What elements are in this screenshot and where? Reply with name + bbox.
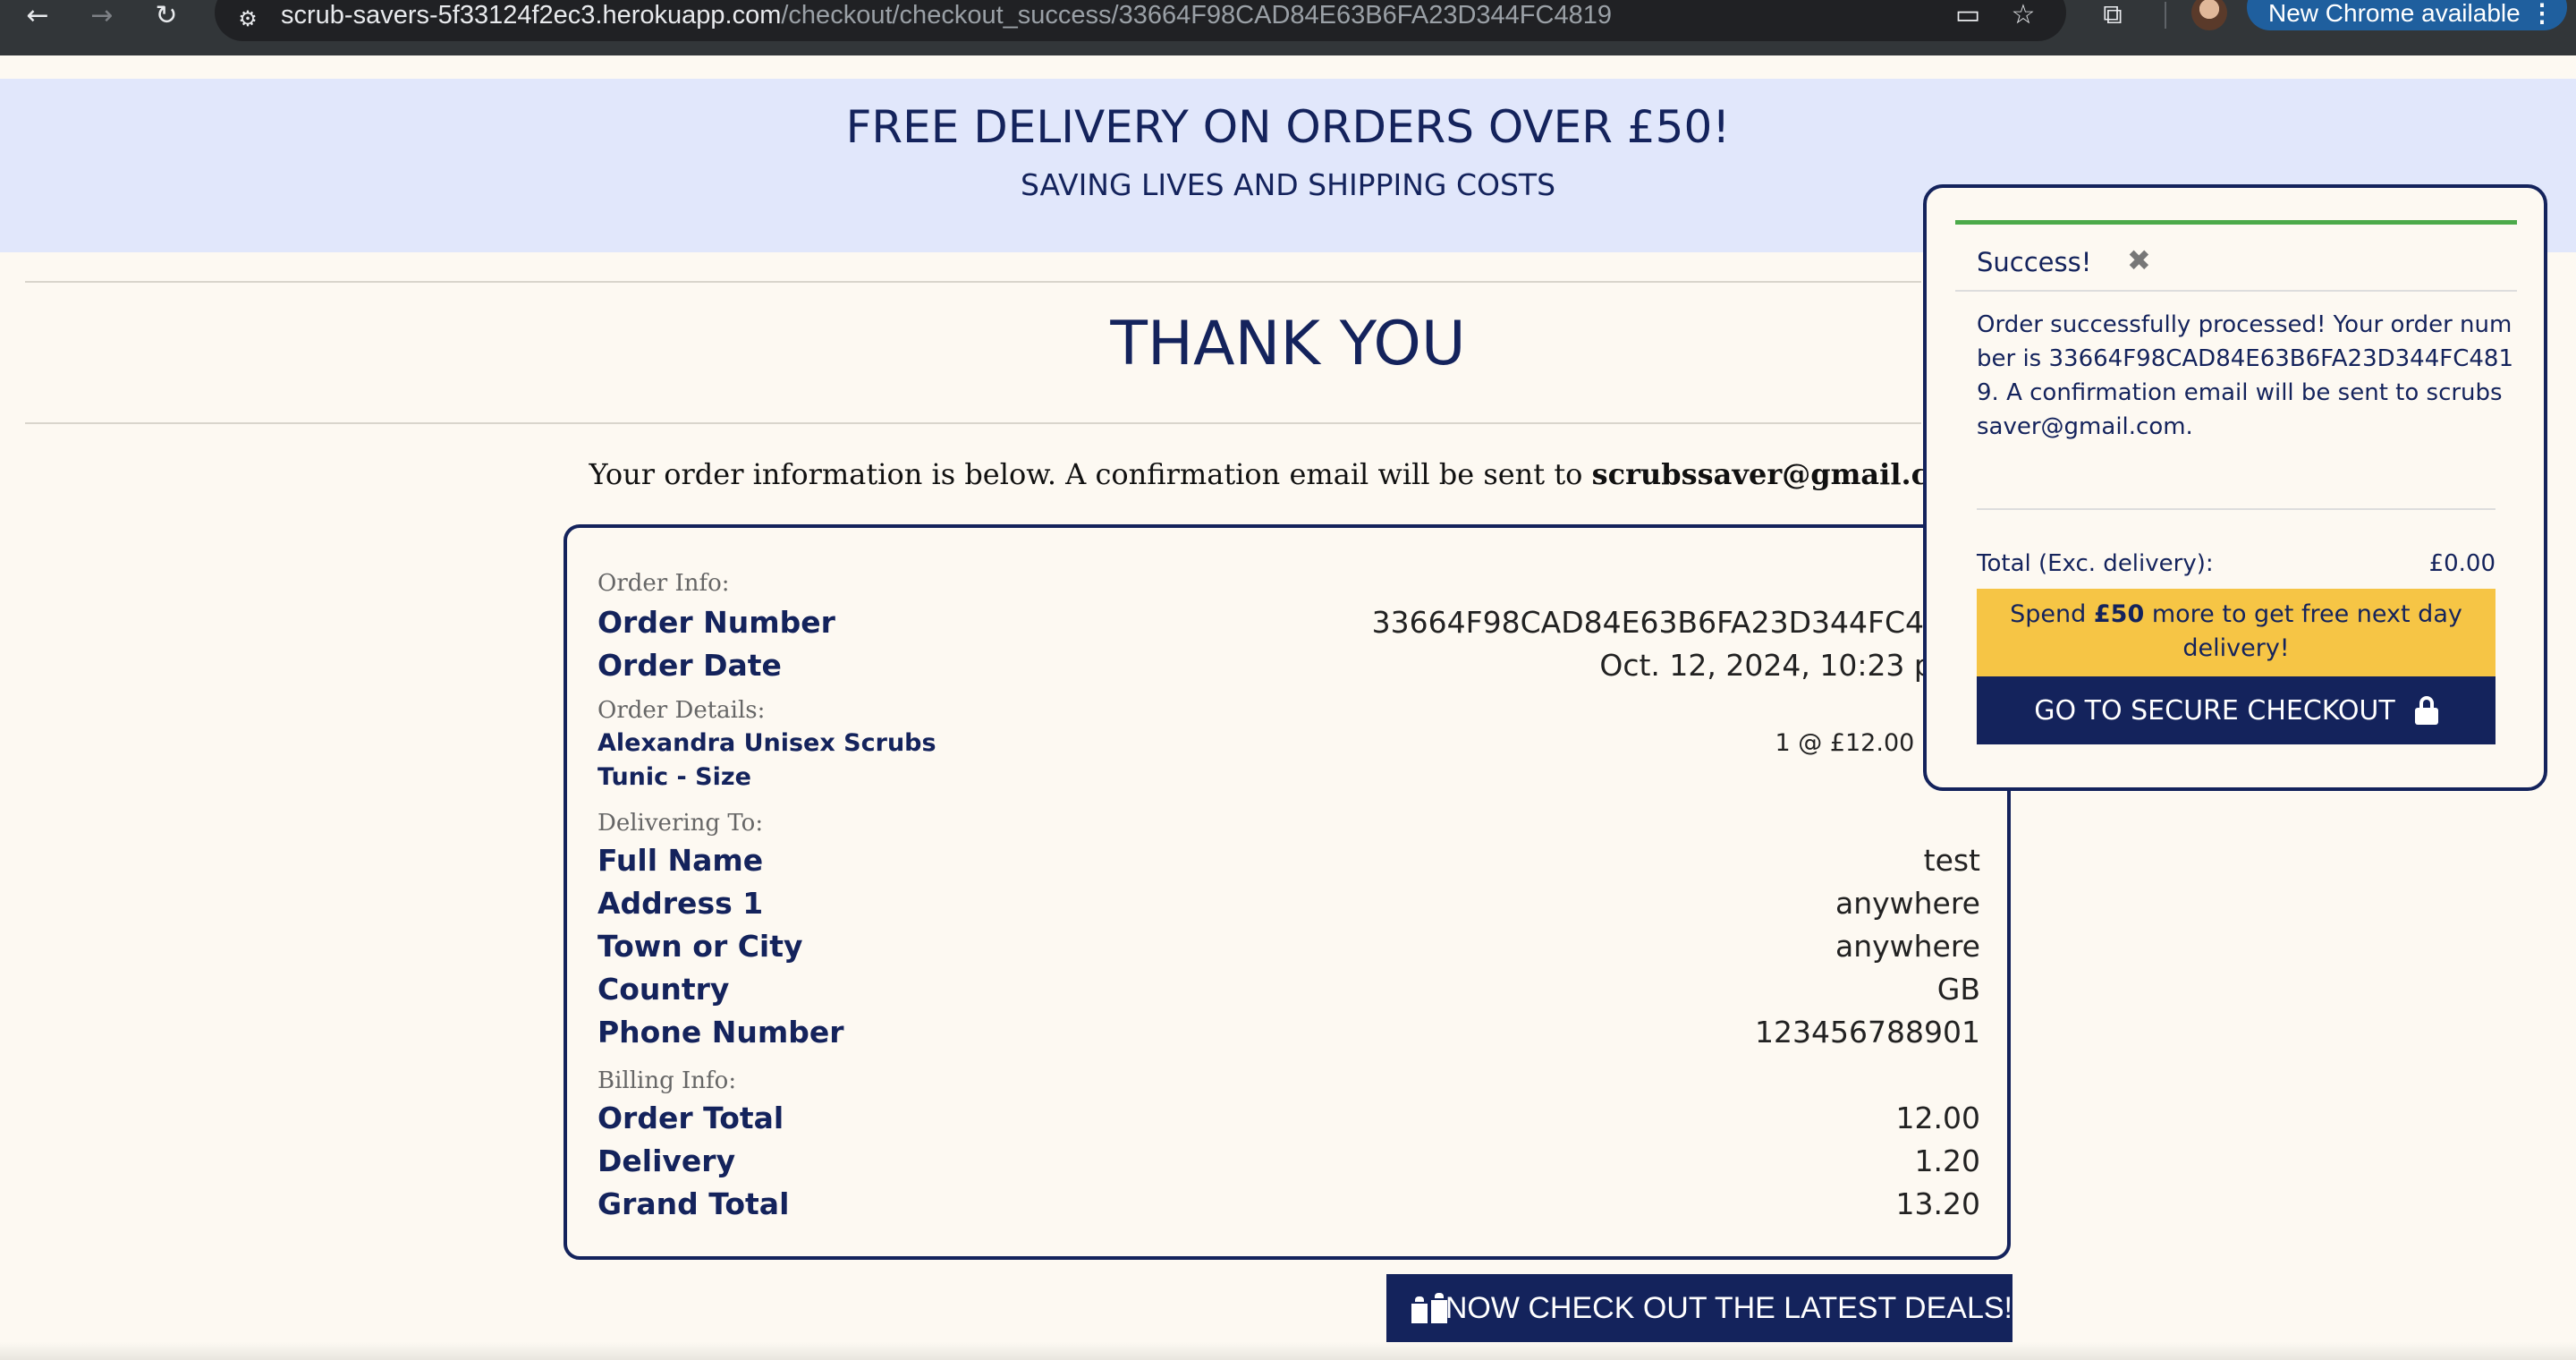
delivery-label: Delivery: [597, 1143, 736, 1178]
order-summary-card: Order Info: Order Number 33664F98CAD84E6…: [564, 524, 2011, 1260]
latest-deals-label: NOW CHECK OUT THE LATEST DEALS!: [1445, 1290, 2012, 1325]
secure-checkout-label: GO TO SECURE CHECKOUT: [2034, 694, 2395, 727]
site-info-icon[interactable]: ⚙: [233, 4, 263, 34]
back-arrow-icon[interactable]: ←: [20, 0, 55, 31]
phone-label: Phone Number: [597, 1015, 844, 1050]
confirmation-email: scrubssaver@gmail.com: [1591, 457, 1979, 491]
address1-value: anywhere: [1835, 886, 1980, 921]
order-date-label: Order Date: [597, 648, 782, 683]
spend-prefix: Spend: [2010, 600, 2094, 628]
url-text[interactable]: scrub-savers-5f33124f2ec3.herokuapp.com/…: [281, 0, 1612, 30]
toast-title: Success!: [1977, 247, 2092, 277]
address-bar[interactable]: ⚙ scrub-savers-5f33124f2ec3.herokuapp.co…: [215, 0, 2066, 41]
full-name-label: Full Name: [597, 843, 764, 878]
toast-message: Order successfully processed! Your order…: [1977, 311, 2513, 440]
tab-search-icon[interactable]: ▭: [1950, 0, 1986, 30]
toolbar-divider: [2165, 2, 2166, 29]
profile-avatar[interactable]: [2191, 0, 2227, 30]
toast-divider: [1977, 508, 2496, 510]
grand-total-value: 13.20: [1895, 1186, 1980, 1221]
gifts-icon: [1411, 1293, 1447, 1323]
order-details-heading: Order Details:: [597, 697, 766, 724]
url-host: scrub-savers-5f33124f2ec3.herokuapp.com: [281, 1, 782, 30]
bookmark-star-icon[interactable]: ☆: [2005, 0, 2041, 30]
toast-header: Success! ✖: [1955, 220, 2517, 292]
reload-icon[interactable]: ↻: [148, 0, 184, 31]
success-toast: Success! ✖ Order successfully processed!…: [1923, 184, 2547, 791]
free-delivery-notice: Spend £50 more to get free next day deli…: [1977, 589, 2496, 676]
delivery-value: 1.20: [1914, 1143, 1980, 1178]
extensions-icon[interactable]: ⧉: [2093, 0, 2132, 30]
order-number-label: Order Number: [597, 605, 835, 640]
bottom-shadow: [0, 1342, 2576, 1360]
phone-value: 123456788901: [1755, 1015, 1980, 1050]
lock-icon: [2414, 696, 2438, 725]
spend-amount: £50: [2093, 600, 2145, 628]
grand-total-label: Grand Total: [597, 1186, 790, 1221]
country-label: Country: [597, 972, 730, 1007]
delivering-to-heading: Delivering To:: [597, 810, 764, 837]
billing-info-heading: Billing Info:: [597, 1067, 737, 1094]
banner-headline: FREE DELIVERY ON ORDERS OVER £50!: [845, 101, 1731, 153]
close-icon[interactable]: ✖: [2127, 242, 2151, 278]
secure-checkout-button[interactable]: GO TO SECURE CHECKOUT: [1977, 676, 2496, 744]
confirmation-prefix: Your order information is below. A confi…: [589, 457, 1592, 491]
divider-bottom: [25, 422, 1921, 424]
menu-dots-icon[interactable]: ⋮: [2529, 0, 2555, 29]
spend-suffix: more to get free next day delivery!: [2144, 600, 2462, 662]
update-label: New Chrome available: [2268, 0, 2521, 27]
order-item-name: Alexandra Unisex Scrubs Tunic - Size: [597, 729, 936, 791]
order-total-label: Order Total: [597, 1101, 784, 1135]
full-name-value: test: [1923, 843, 1980, 878]
order-number-value: 33664F98CAD84E63B6FA23D344FC4819: [1371, 605, 1980, 640]
town-label: Town or City: [597, 929, 803, 964]
country-value: GB: [1936, 972, 1980, 1007]
address1-label: Address 1: [597, 886, 764, 921]
divider-top: [25, 281, 1921, 283]
bag-total-label: Total (Exc. delivery):: [1977, 550, 2214, 577]
bag-total-value: £0.00: [2428, 550, 2496, 577]
update-chrome-button[interactable]: New Chrome available ⋮: [2247, 0, 2567, 30]
order-total-value: 12.00: [1895, 1101, 1980, 1135]
town-value: anywhere: [1835, 929, 1980, 964]
order-info-heading: Order Info:: [597, 570, 730, 597]
browser-toolbar: ← → ↻ ⚙ scrub-savers-5f33124f2ec3.heroku…: [0, 0, 2576, 55]
forward-arrow-icon[interactable]: →: [84, 0, 120, 31]
latest-deals-button[interactable]: NOW CHECK OUT THE LATEST DEALS!: [1386, 1274, 2012, 1342]
url-path: /checkout/checkout_success/33664F98CAD84…: [781, 1, 1612, 30]
